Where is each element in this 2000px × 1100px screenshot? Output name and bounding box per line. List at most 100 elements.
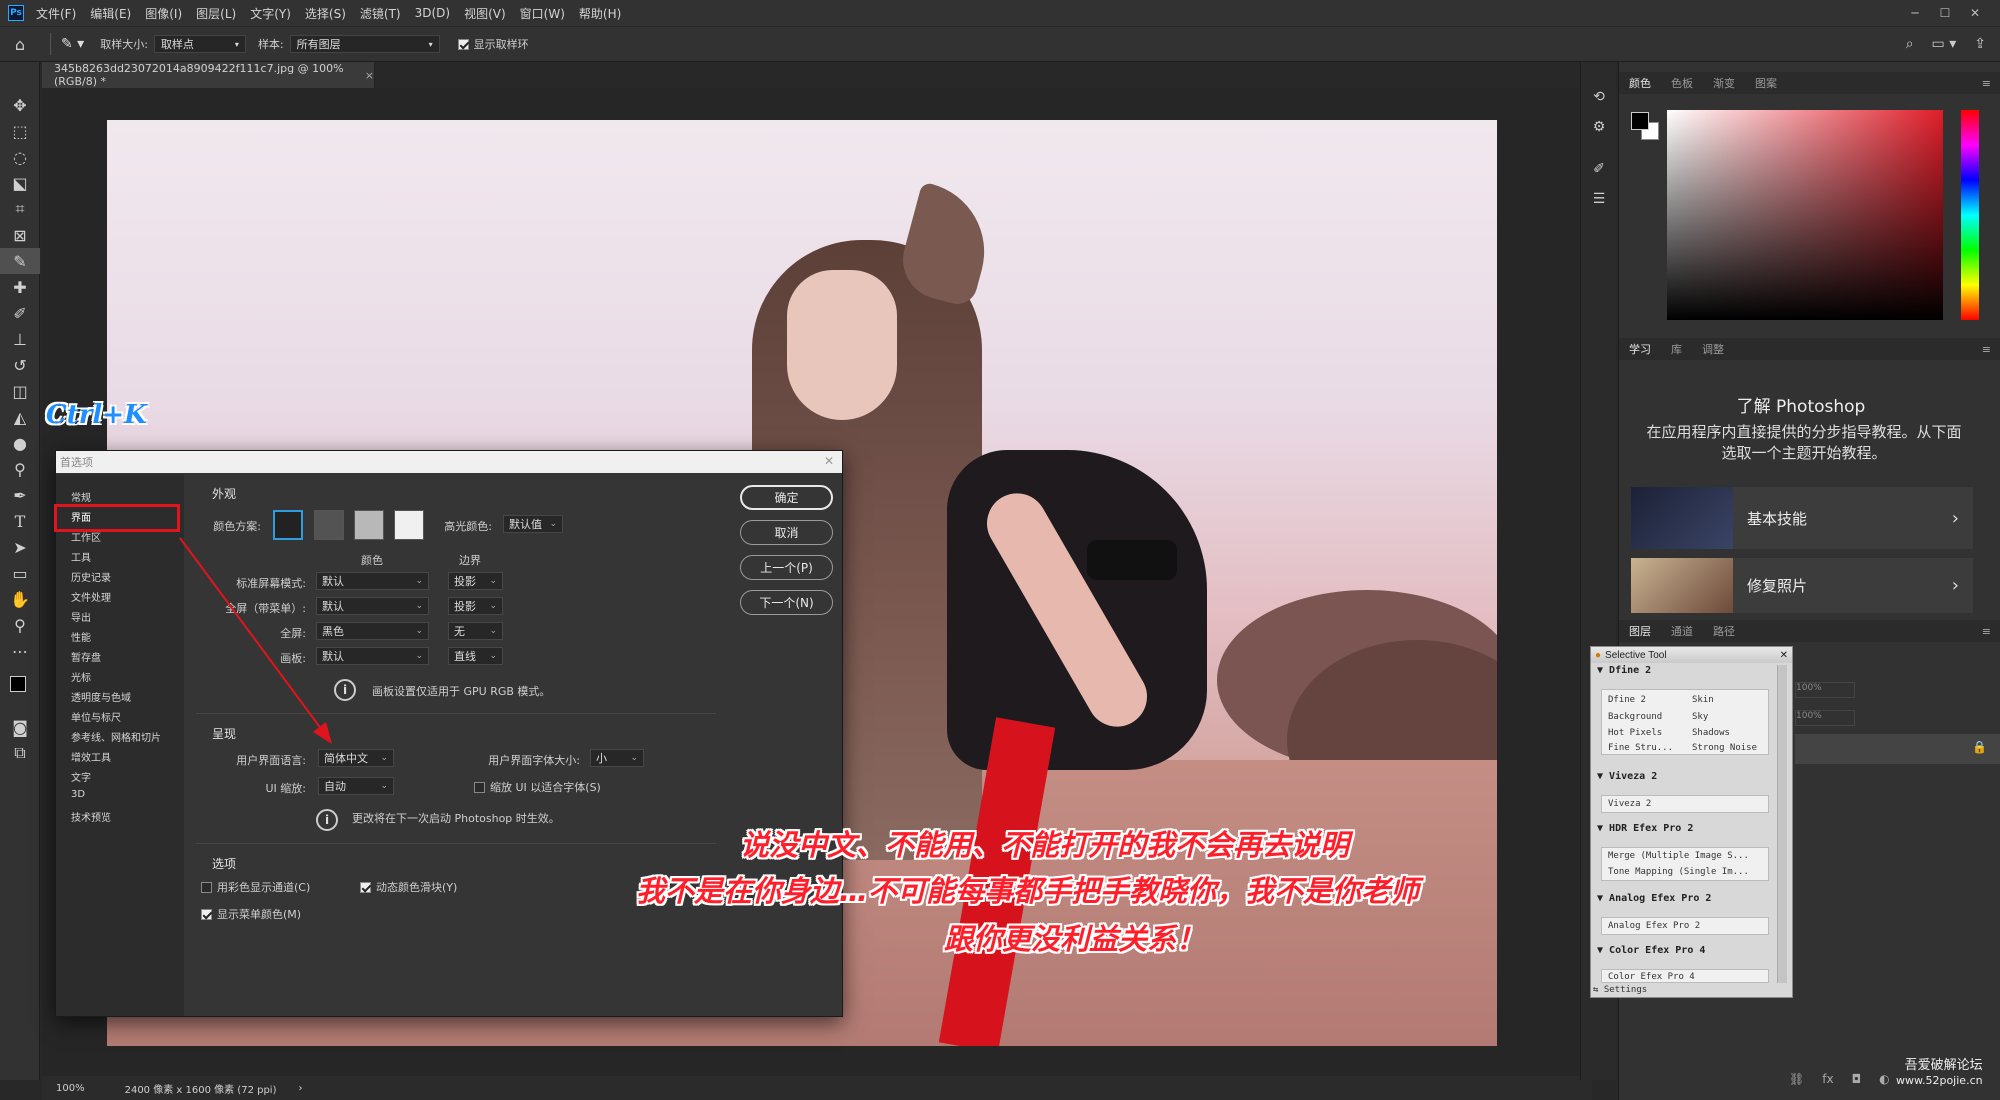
color-swatches[interactable] xyxy=(0,664,39,714)
dodge-tool-icon[interactable]: ⚲ xyxy=(0,456,40,482)
blur-tool-icon[interactable]: ● xyxy=(0,430,40,456)
object-select-tool-icon[interactable]: ⬕ xyxy=(0,170,40,196)
menu-colors-checkbox[interactable]: 显示菜单颜色(M) xyxy=(201,906,301,922)
ui-scale-select[interactable]: 自动 ⌄ xyxy=(318,777,394,795)
maximize-icon[interactable]: ☐ xyxy=(1930,6,1960,20)
stamp-tool-icon[interactable]: ⊥ xyxy=(0,326,40,352)
scrollbar[interactable] xyxy=(1777,665,1787,983)
rectangle-tool-icon[interactable]: ▭ xyxy=(0,560,40,586)
menu-edit[interactable]: 编辑(E) xyxy=(90,5,131,22)
learn-card-repair[interactable]: 修复照片 › xyxy=(1631,558,1973,613)
group-analog-efex[interactable]: ▼ Analog Efex Pro 2 xyxy=(1597,893,1711,904)
show-ring-checkbox[interactable]: 显示取样环 xyxy=(457,36,529,52)
menu-image[interactable]: 图像(I) xyxy=(145,5,182,22)
preset-button[interactable]: Tone Mapping (Single Im... xyxy=(1608,867,1749,877)
eyedropper-tool-icon[interactable]: ✎ xyxy=(0,248,40,274)
nav-type[interactable]: 文字 xyxy=(71,769,91,784)
menu-select[interactable]: 选择(S) xyxy=(305,5,346,22)
sample-select[interactable]: 所有图层 ▾ xyxy=(289,35,440,53)
history-brush-icon[interactable]: ↺ xyxy=(0,352,40,378)
tab-patterns[interactable]: 图案 xyxy=(1745,75,1787,91)
preset-button[interactable]: Viveza 2 xyxy=(1608,799,1651,809)
tab-color[interactable]: 颜色 xyxy=(1619,75,1661,91)
adjustments-panel-icon[interactable]: ☰ xyxy=(1581,184,1617,214)
nav-history[interactable]: 历史记录 xyxy=(71,569,111,584)
nav-cursors[interactable]: 光标 xyxy=(71,669,91,684)
color-channels-checkbox[interactable]: 用彩色显示通道(C) xyxy=(201,879,310,895)
menu-3d[interactable]: 3D(D) xyxy=(415,6,450,20)
workspace-icon[interactable]: ▭ ▾ xyxy=(1932,36,1957,52)
nav-performance[interactable]: 性能 xyxy=(71,629,91,644)
fill-field[interactable]: 100% xyxy=(1795,710,1855,726)
menu-file[interactable]: 文件(F) xyxy=(36,5,76,22)
tab-gradients[interactable]: 渐变 xyxy=(1703,75,1745,91)
frame-tool-icon[interactable]: ⊠ xyxy=(0,222,40,248)
group-hdr-efex[interactable]: ▼ HDR Efex Pro 2 xyxy=(1597,823,1693,834)
cancel-button[interactable]: 取消 xyxy=(740,520,833,545)
nav-scratch-disks[interactable]: 暂存盘 xyxy=(71,649,101,664)
crop-tool-icon[interactable]: ⌗ xyxy=(0,196,40,222)
preset-button[interactable]: Hot Pixels xyxy=(1608,728,1662,738)
nav-general[interactable]: 常规 xyxy=(71,489,91,504)
hand-tool-icon[interactable]: ✋ xyxy=(0,586,40,612)
lasso-tool-icon[interactable]: ◌ xyxy=(0,144,40,170)
group-color-efex[interactable]: ▼ Color Efex Pro 4 xyxy=(1597,945,1705,956)
opacity-field[interactable]: 100% xyxy=(1795,682,1855,698)
tab-swatches[interactable]: 色板 xyxy=(1661,75,1703,91)
close-icon[interactable]: ✕ xyxy=(824,454,834,468)
hue-slider[interactable] xyxy=(1961,110,1979,320)
color-scheme-lightest[interactable] xyxy=(394,510,424,540)
nav-guides[interactable]: 参考线、网格和切片 xyxy=(71,729,161,744)
path-select-icon[interactable]: ➤ xyxy=(0,534,40,560)
tab-adjustments[interactable]: 调整 xyxy=(1692,341,1734,357)
scale-ui-fit-checkbox[interactable]: 缩放 UI 以适合字体(S) xyxy=(474,779,601,795)
settings-link[interactable]: ⇆ Settings xyxy=(1593,985,1647,995)
adjustment-layer-icon[interactable]: ◐ xyxy=(1879,1072,1889,1086)
quick-mask-icon[interactable]: ◙ xyxy=(0,714,40,740)
layer-row[interactable]: 🔒 xyxy=(1795,734,2000,764)
group-dfine[interactable]: ▼ Dfine 2 xyxy=(1597,665,1651,676)
tab-libraries[interactable]: 库 xyxy=(1661,341,1692,357)
brush-tool-icon[interactable]: ✐ xyxy=(0,300,40,326)
sample-size-select[interactable]: 取样点 ▾ xyxy=(153,35,246,53)
type-tool-icon[interactable]: T xyxy=(0,508,40,534)
tab-paths[interactable]: 路径 xyxy=(1703,623,1745,639)
menu-type[interactable]: 文字(Y) xyxy=(250,5,291,22)
tab-learn[interactable]: 学习 xyxy=(1619,341,1661,357)
search-icon[interactable]: ⌕ xyxy=(1906,36,1914,52)
nav-tech-preview[interactable]: 技术预览 xyxy=(71,809,111,824)
color-picker-field[interactable] xyxy=(1667,110,1943,320)
color-scheme-light[interactable] xyxy=(354,510,384,540)
tab-channels[interactable]: 通道 xyxy=(1661,623,1703,639)
learn-card-basic[interactable]: 基本技能 › xyxy=(1631,487,1973,549)
preset-button[interactable]: Fine Stru... xyxy=(1608,743,1673,753)
panel-menu-icon[interactable]: ≡ xyxy=(1982,343,1991,356)
link-icon[interactable]: ⛓ xyxy=(1789,1072,1804,1086)
menu-filter[interactable]: 滤镜(T) xyxy=(360,5,401,22)
screen-mode-icon[interactable]: ⧉ xyxy=(0,740,40,766)
highlight-color-select[interactable]: 默认值 ⌄ xyxy=(503,515,563,533)
menu-help[interactable]: 帮助(H) xyxy=(579,5,621,22)
bucket-tool-icon[interactable]: ◭ xyxy=(0,404,40,430)
document-tab[interactable]: 345b8263dd23072014a8909422f111c7.jpg @ 1… xyxy=(42,62,375,88)
preset-button[interactable]: Color Efex Pro 4 xyxy=(1608,972,1695,982)
menu-view[interactable]: 视图(V) xyxy=(464,5,506,22)
fx-icon[interactable]: fx xyxy=(1822,1072,1833,1086)
foreground-color[interactable] xyxy=(10,676,26,692)
preset-button[interactable]: Dfine 2 xyxy=(1608,695,1646,705)
panel-menu-icon[interactable]: ≡ xyxy=(1982,625,1991,638)
share-icon[interactable]: ⇪ xyxy=(1974,36,1986,52)
foreground-swatch[interactable] xyxy=(1631,112,1649,130)
more-tools-icon[interactable]: ⋯ xyxy=(0,638,40,664)
dynamic-sliders-checkbox[interactable]: 动态颜色滑块(Y) xyxy=(360,879,457,895)
nav-transparency[interactable]: 透明度与色域 xyxy=(71,689,131,704)
ok-button[interactable]: 确定 xyxy=(740,485,833,510)
status-arrow-icon[interactable]: › xyxy=(298,1083,302,1094)
menu-layer[interactable]: 图层(L) xyxy=(196,5,236,22)
nav-units[interactable]: 单位与标尺 xyxy=(71,709,121,724)
marquee-tool-icon[interactable]: ⬚ xyxy=(0,118,40,144)
brush-panel-icon[interactable]: ✐ xyxy=(1581,154,1617,184)
nav-plugins[interactable]: 增效工具 xyxy=(71,749,111,764)
eyedropper-icon[interactable]: ✎ ▾ xyxy=(61,36,84,52)
history-panel-icon[interactable]: ⟲ xyxy=(1581,82,1617,112)
